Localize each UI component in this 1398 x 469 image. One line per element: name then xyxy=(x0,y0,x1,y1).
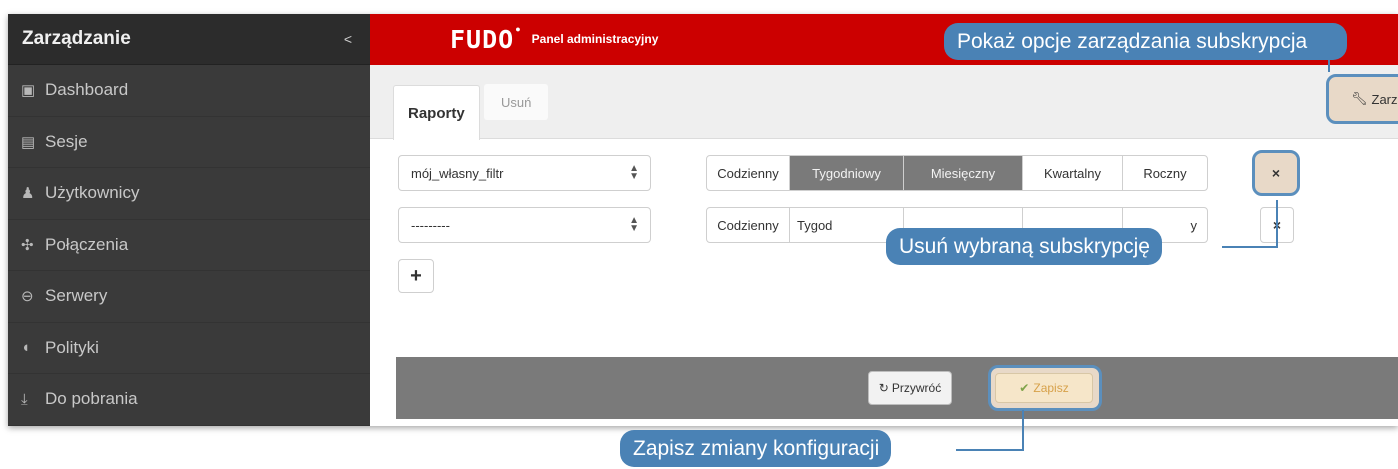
restore-button[interactable]: ↻ Przywróć xyxy=(868,371,952,405)
manage-subscriptions-button[interactable]: 🔧︎ Zarz xyxy=(1326,74,1398,124)
sidebar-item-label: Polityki xyxy=(45,337,99,357)
tab-delete[interactable]: Usuń xyxy=(484,84,549,120)
logo-mark: FUDO xyxy=(450,24,515,54)
select-caret-icon: ▲ ▼ xyxy=(629,215,639,234)
filter-select-value: mój_własny_filtr xyxy=(411,165,504,181)
download-icon: ⤓ xyxy=(21,390,28,408)
tab-bar: Raporty Usuń xyxy=(370,65,1398,140)
period-daily-button[interactable]: Codzienny xyxy=(707,208,790,242)
tab-reports[interactable]: Raporty xyxy=(393,85,480,140)
delete-callout-line-vertical xyxy=(1276,200,1278,248)
restore-button-label: Przywróć xyxy=(891,381,942,395)
sidebar-item-label: Sesje xyxy=(45,131,88,151)
period-yearly-button[interactable]: Roczny xyxy=(1123,156,1207,190)
manage-button-label: Zarz xyxy=(1371,91,1398,107)
manage-callout-line xyxy=(1328,60,1330,72)
add-subscription-button[interactable]: + xyxy=(398,259,434,293)
chevron-left-icon[interactable]: < xyxy=(344,31,352,47)
delete-callout-line xyxy=(1222,246,1278,248)
film-icon: ▤ xyxy=(21,133,36,151)
period-quarterly-button[interactable]: Kwartalny xyxy=(1023,156,1123,190)
check-icon: ✔ xyxy=(1019,381,1030,395)
sidebar-item-connections[interactable]: ✣ Połączenia xyxy=(8,220,370,271)
wrench-icon: 🔧︎ xyxy=(1351,91,1368,106)
period-weekly-button[interactable]: Tygodniowy xyxy=(790,156,904,190)
app-window: Zarządzanie < ▣ Dashboard ▤ Sesje ♟ Użyt… xyxy=(8,14,1398,426)
logo-dot: ● xyxy=(515,24,521,34)
sidebar-item-policies[interactable]: ◖ Polityki xyxy=(8,323,370,374)
sidebar-item-downloads[interactable]: ⤓ Do pobrania xyxy=(8,374,370,426)
sidebar-item-label: Serwery xyxy=(45,286,108,306)
period-button-group: Codzienny Tygodniowy Miesięczny Kwartaln… xyxy=(706,155,1208,191)
form-footer: ↻ Przywróć ✔ Zapisz xyxy=(396,357,1398,419)
save-callout-line xyxy=(956,449,1024,451)
users-icon: ♟ xyxy=(21,185,35,203)
server-icon: ⊖ xyxy=(21,288,34,306)
sidebar-item-label: Dashboard xyxy=(45,80,129,100)
sidebar-item-label: Użytkownicy xyxy=(45,183,140,203)
filter-select[interactable]: --------- ▲ ▼ xyxy=(398,207,651,243)
header-subtitle: Panel administracyjny xyxy=(531,32,659,46)
sidebar-header: Zarządzanie < xyxy=(8,14,370,65)
period-daily-button[interactable]: Codzienny xyxy=(707,156,790,190)
filter-select[interactable]: mój_własny_filtr ▲ ▼ xyxy=(398,155,651,191)
filter-select-value: --------- xyxy=(411,217,450,233)
screenshot-root: Zarządzanie < ▣ Dashboard ▤ Sesje ♟ Użyt… xyxy=(0,0,1398,469)
save-callout: Zapisz zmiany konfiguracji xyxy=(620,430,892,467)
save-button[interactable]: ✔ Zapisz xyxy=(995,373,1093,403)
manage-callout: Pokaż opcje zarządzania subskrypcja xyxy=(944,23,1348,60)
select-caret-icon: ▲ ▼ xyxy=(629,163,639,182)
sidebar-item-servers[interactable]: ⊖ Serwery xyxy=(8,271,370,323)
close-icon: × xyxy=(1271,165,1281,181)
period-monthly-button[interactable]: Miesięczny xyxy=(904,156,1023,190)
sidebar-item-label: Połączenia xyxy=(45,234,129,254)
sidebar: Zarządzanie < ▣ Dashboard ▤ Sesje ♟ Użyt… xyxy=(8,14,370,426)
save-callout-line-vertical xyxy=(1022,410,1024,451)
sidebar-title: Zarządzanie xyxy=(22,28,131,49)
dashboard-icon: ▣ xyxy=(21,82,36,100)
shield-icon: ◖ xyxy=(21,339,31,357)
sidebar-item-label: Do pobrania xyxy=(45,389,138,409)
refresh-icon: ↻ xyxy=(878,381,889,395)
save-button-label: Zapisz xyxy=(1033,381,1069,395)
sidebar-item-users[interactable]: ♟ Użytkownicy xyxy=(8,168,370,220)
delete-subscription-button[interactable]: × xyxy=(1252,150,1300,196)
sidebar-item-dashboard[interactable]: ▣ Dashboard xyxy=(8,65,370,117)
logo[interactable]: FUDO ● Panel administracyjny xyxy=(450,22,658,56)
connections-icon: ✣ xyxy=(21,236,34,254)
sidebar-item-sessions[interactable]: ▤ Sesje xyxy=(8,117,370,168)
delete-callout: Usuń wybraną subskrypcję xyxy=(886,228,1162,265)
